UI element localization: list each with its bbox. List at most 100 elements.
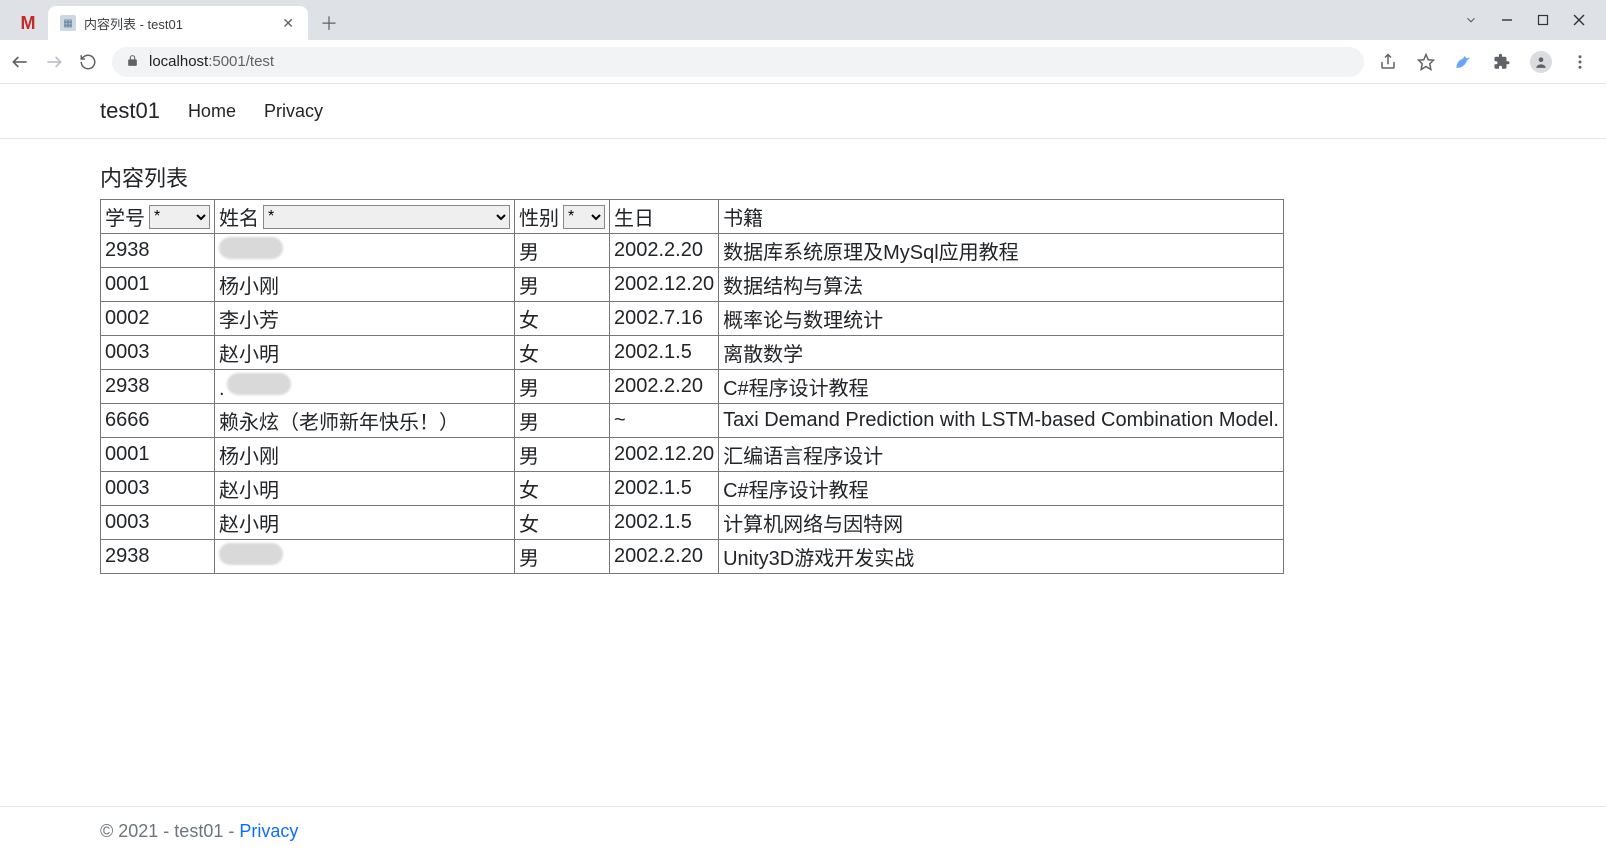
kebab-menu-icon[interactable]: [1570, 52, 1590, 72]
cell-sex: 男: [515, 540, 610, 574]
cell-sex: 男: [515, 404, 610, 438]
redacted-name: [219, 237, 283, 259]
tab-favicon: ▦: [60, 15, 76, 31]
lock-icon: [126, 54, 139, 70]
nav-reload-icon[interactable]: [78, 52, 98, 72]
cell-sex: 男: [515, 370, 610, 404]
cell-sex: 女: [515, 336, 610, 370]
nav-back-icon[interactable]: [10, 52, 30, 72]
table-row: 2938.男2002.2.20C#程序设计教程: [101, 370, 1284, 404]
cell-bday: 2002.12.20: [610, 438, 719, 472]
table-row: 0001杨小刚男2002.12.20数据结构与算法: [101, 268, 1284, 302]
nav-link-privacy[interactable]: Privacy: [264, 101, 323, 122]
browser-tab[interactable]: ▦ 内容列表 - test01 ✕: [48, 6, 308, 40]
site-footer: © 2021 - test01 - Privacy: [0, 806, 1606, 862]
table-row: 2938 男2002.2.20数据库系统原理及MySql应用教程: [101, 234, 1284, 268]
cell-sex: 男: [515, 438, 610, 472]
url-input[interactable]: localhost:5001/test: [112, 47, 1364, 77]
profile-avatar-icon[interactable]: [1530, 51, 1552, 73]
cell-bday: 2002.1.5: [610, 506, 719, 540]
cell-name: 李小芳: [215, 302, 515, 336]
brand[interactable]: test01: [100, 98, 160, 124]
cell-id: 0001: [101, 438, 215, 472]
cell-id: 2938: [101, 370, 215, 404]
filter-sex-select[interactable]: *: [563, 205, 605, 229]
cell-name: 赖永炫（老师新年快乐！）: [215, 404, 515, 438]
chevron-down-icon[interactable]: [1464, 13, 1478, 27]
col-book-label: 书籍: [723, 208, 763, 230]
cell-sex: 女: [515, 472, 610, 506]
url-host: localhost: [149, 53, 208, 70]
url-path: :5001/test: [208, 53, 274, 70]
extensions-puzzle-icon[interactable]: [1492, 52, 1512, 72]
table-row: 0003赵小明女2002.1.5C#程序设计教程: [101, 472, 1284, 506]
col-sex-label: 性别: [519, 202, 559, 231]
cell-name: 赵小明: [215, 506, 515, 540]
cell-bday: 2002.2.20: [610, 540, 719, 574]
cell-bday: 2002.12.20: [610, 268, 719, 302]
url-text: localhost:5001/test: [149, 53, 274, 70]
cell-book: 概率论与数理统计: [719, 302, 1284, 336]
table-row: 0002李小芳女2002.7.16概率论与数理统计: [101, 302, 1284, 336]
cell-id: 2938: [101, 540, 215, 574]
extension-bird-icon[interactable]: [1454, 52, 1474, 72]
bookmark-star-icon[interactable]: [1416, 52, 1436, 72]
share-icon[interactable]: [1378, 52, 1398, 72]
nav-forward-icon[interactable]: [44, 52, 64, 72]
cell-name: [215, 234, 515, 268]
cell-id: 0001: [101, 268, 215, 302]
cell-name: .: [215, 370, 515, 404]
window-maximize-icon[interactable]: [1536, 13, 1550, 27]
table-row: 0003赵小明女2002.1.5计算机网络与因特网: [101, 506, 1284, 540]
cell-book: Taxi Demand Prediction with LSTM-based C…: [719, 404, 1284, 438]
page-title: 内容列表: [100, 161, 1606, 193]
cell-book: C#程序设计教程: [719, 370, 1284, 404]
cell-book: C#程序设计教程: [719, 472, 1284, 506]
cell-name: 赵小明: [215, 472, 515, 506]
cell-id: 2938: [101, 234, 215, 268]
filter-name-select[interactable]: *: [263, 205, 510, 229]
cell-bday: 2002.1.5: [610, 472, 719, 506]
nav-link-home[interactable]: Home: [188, 101, 236, 122]
cell-book: 离散数学: [719, 336, 1284, 370]
content-table: 学号 * 姓名 *: [100, 199, 1284, 574]
cell-book: 数据结构与算法: [719, 268, 1284, 302]
cell-id: 6666: [101, 404, 215, 438]
cell-bday: 2002.2.20: [610, 234, 719, 268]
browser-tab-strip: M ▦ 内容列表 - test01 ✕ ＋: [0, 0, 1606, 40]
cell-bday: 2002.7.16: [610, 302, 719, 336]
footer-privacy-link[interactable]: Privacy: [239, 821, 298, 841]
table-row: 0001杨小刚男2002.12.20汇编语言程序设计: [101, 438, 1284, 472]
cell-bday: 2002.1.5: [610, 336, 719, 370]
tab-close-icon[interactable]: ✕: [280, 13, 296, 34]
table-row: 2938 男2002.2.20Unity3D游戏开发实战: [101, 540, 1284, 574]
cell-sex: 男: [515, 234, 610, 268]
cell-book: Unity3D游戏开发实战: [719, 540, 1284, 574]
cell-book: 计算机网络与因特网: [719, 506, 1284, 540]
filter-id-select[interactable]: *: [149, 205, 210, 229]
cell-sex: 男: [515, 268, 610, 302]
redacted-name: [219, 543, 283, 565]
pinned-tab[interactable]: M: [8, 6, 48, 40]
new-tab-button[interactable]: ＋: [314, 8, 344, 38]
cell-book: 数据库系统原理及MySql应用教程: [719, 234, 1284, 268]
window-close-icon[interactable]: [1572, 13, 1586, 27]
table-row: 0003赵小明女2002.1.5离散数学: [101, 336, 1284, 370]
window-minimize-icon[interactable]: [1500, 13, 1514, 27]
cell-bday: ~: [610, 404, 719, 438]
cell-name: 杨小刚: [215, 438, 515, 472]
cell-name: 杨小刚: [215, 268, 515, 302]
cell-id: 0003: [101, 472, 215, 506]
site-header: test01 Home Privacy: [0, 84, 1606, 139]
pinned-tab-label: M: [21, 13, 36, 34]
cell-id: 0003: [101, 336, 215, 370]
tab-title: 内容列表 - test01: [84, 14, 272, 33]
col-name-label: 姓名: [219, 202, 259, 231]
browser-address-bar: localhost:5001/test: [0, 40, 1606, 84]
cell-id: 0002: [101, 302, 215, 336]
table-row: 6666赖永炫（老师新年快乐！）男~Taxi Demand Prediction…: [101, 404, 1284, 438]
cell-sex: 女: [515, 302, 610, 336]
cell-id: 0003: [101, 506, 215, 540]
cell-book: 汇编语言程序设计: [719, 438, 1284, 472]
cell-name: 赵小明: [215, 336, 515, 370]
